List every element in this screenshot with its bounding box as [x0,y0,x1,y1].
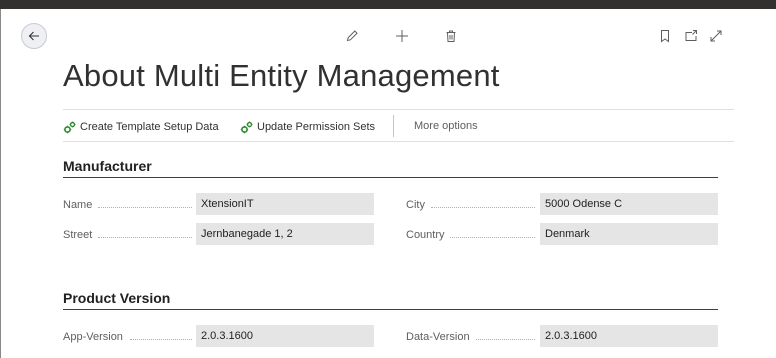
window-left-edge [0,9,1,358]
app-version-label: App-Version [63,331,123,343]
new-button[interactable] [393,27,411,45]
data-version-field[interactable]: 2.0.3.1600 [540,325,718,347]
bookmark-icon [661,30,669,43]
country-leader-dots [450,237,535,239]
pencil-icon [346,30,358,42]
open-in-new-window-icon [685,30,697,41]
street-label: Street [63,229,93,241]
action-bar-bottom-divider [63,141,734,142]
window-top-bar [0,0,776,9]
product-version-section-rule [63,309,718,310]
country-label: Country [406,229,445,241]
delete-button[interactable] [442,27,460,45]
plus-icon [396,30,408,42]
country-field[interactable]: Denmark [540,223,718,245]
edit-button[interactable] [343,27,361,45]
update-permission-sets-label: Update Permission Sets [257,121,375,133]
app-version-leader-dots [130,339,192,341]
arrow-left-icon [28,31,39,41]
expand-button[interactable] [707,27,725,45]
product-version-section-heading[interactable]: Product Version [63,290,170,306]
name-label: Name [63,199,93,211]
street-leader-dots [98,237,192,239]
gears-icon [63,121,76,133]
update-permission-sets-action[interactable]: Update Permission Sets [240,119,375,135]
page-title: About Multi Entity Management [63,58,500,93]
app-version-field[interactable]: 2.0.3.1600 [196,325,374,347]
expand-icon [710,30,722,42]
gears-icon [240,121,253,133]
manufacturer-section-heading[interactable]: Manufacturer [63,158,152,174]
action-bar-divider [393,115,394,137]
city-label: City [406,199,425,211]
action-bar-top-divider [63,109,734,110]
name-leader-dots [98,207,192,209]
data-version-label: Data-Version [406,331,470,343]
bookmark-button[interactable] [656,27,674,45]
more-options-button[interactable]: More options [414,120,478,132]
back-button[interactable] [21,23,47,49]
trash-icon [446,30,456,42]
city-field[interactable]: 5000 Odense C [540,193,718,215]
city-leader-dots [431,207,535,209]
create-template-setup-data-action[interactable]: Create Template Setup Data [63,119,219,135]
data-version-leader-dots [476,339,535,341]
open-new-window-button[interactable] [682,27,700,45]
manufacturer-section-rule [63,177,718,178]
name-field[interactable]: XtensionIT [196,193,374,215]
create-template-setup-data-label: Create Template Setup Data [80,121,219,133]
street-field[interactable]: Jernbanegade 1, 2 [196,223,374,245]
